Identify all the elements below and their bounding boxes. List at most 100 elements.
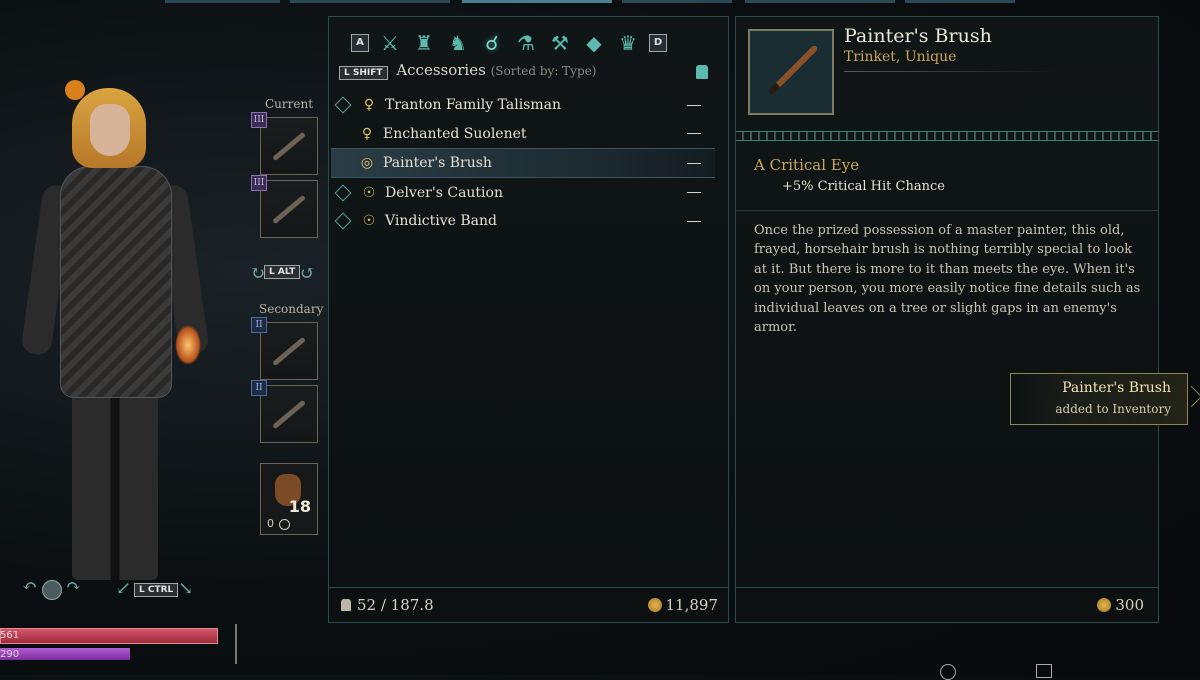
rank-badge: III — [251, 175, 267, 191]
coin-icon — [647, 598, 662, 612]
item-value-dash — [687, 162, 701, 164]
anvil-icon[interactable]: ⚒ — [547, 30, 573, 56]
swap-key-badge[interactable]: L ALT — [264, 265, 301, 279]
primary-offhand-slot[interactable]: III — [251, 175, 318, 238]
ammo-sub-count: 0 — [267, 517, 274, 530]
amulet-icon: ♀ — [361, 125, 373, 142]
character-face — [90, 104, 130, 156]
prev-category-key[interactable]: A — [351, 34, 369, 52]
inventory-panel: A ⚔ ♜ ♞ ☌ ⚗ ⚒ ◆ ♛ D L SHIFT Accessories … — [328, 16, 729, 623]
item-name: Delver's Caution — [385, 184, 503, 201]
character-armor — [60, 166, 172, 398]
item-detail-panel: Painter's Brush Trinket, Unique A Critic… — [735, 16, 1159, 623]
rotate-right-icon[interactable]: ↷ — [66, 576, 81, 597]
weight-icon — [341, 599, 351, 611]
ammo-slot[interactable]: 18 0 — [260, 463, 318, 535]
zoom-right-arrow-icon: ↘ — [178, 578, 194, 599]
item-price-value: 300 — [1115, 596, 1144, 614]
item-list: ♀ Tranton Family Talisman ♀ Enchanted Su… — [331, 91, 715, 236]
top-tab[interactable] — [745, 0, 895, 3]
rank-badge: II — [251, 317, 267, 333]
next-category-key[interactable]: D — [649, 34, 667, 52]
hair-ornament — [65, 80, 85, 100]
top-tab[interactable] — [165, 0, 280, 3]
ring-icon: ☉ — [362, 184, 376, 201]
mana-bar — [0, 648, 130, 660]
rotate-stick-icon[interactable] — [42, 580, 62, 600]
inventory-notification: Painter's Brush added to Inventory — [1010, 373, 1200, 425]
coin-icon — [1097, 598, 1112, 612]
divider — [844, 71, 1064, 72]
view-key-badge[interactable]: L CTRL — [134, 583, 179, 597]
gold-value: 11,897 — [665, 596, 719, 614]
top-tab[interactable] — [290, 0, 450, 3]
divider — [736, 210, 1158, 211]
boots-icon[interactable]: ♞ — [445, 30, 471, 56]
zoom-left-arrow-icon: ↙ — [116, 578, 132, 599]
top-tab[interactable] — [622, 0, 732, 3]
tracked-diamond-icon — [334, 96, 352, 114]
tracked-diamond-icon — [334, 212, 352, 230]
rank-badge: II — [251, 380, 267, 396]
item-value-dash — [687, 133, 701, 134]
character-model — [10, 70, 240, 590]
keyboard-key-icon — [1036, 664, 1052, 678]
ornament-divider — [736, 131, 1158, 141]
hint-button-1[interactable] — [940, 664, 962, 680]
detail-subtitle: Trinket, Unique — [844, 49, 957, 65]
paintbrush-icon — [767, 44, 819, 96]
armor-icon[interactable]: ♜ — [411, 30, 437, 56]
crossed-swords-icon[interactable]: ⚔ — [377, 30, 403, 56]
list-item[interactable]: ♀ Tranton Family Talisman — [331, 91, 715, 119]
item-price: 300 — [1097, 596, 1144, 614]
stat-title: A Critical Eye — [754, 156, 860, 174]
controller-button-icon — [940, 664, 956, 680]
stat-line: +5% Critical Hit Chance — [782, 179, 945, 194]
gem-icon[interactable]: ◆ — [581, 30, 607, 56]
swap-left-icon: ↻ — [250, 263, 266, 284]
secondary-weapon-slot[interactable]: II — [251, 317, 318, 380]
wand-glow — [175, 325, 201, 365]
item-name: Painter's Brush — [383, 155, 492, 171]
list-item[interactable]: ♀ Enchanted Suolenet — [331, 120, 715, 148]
notification-title: Painter's Brush — [1062, 380, 1171, 396]
top-tab[interactable] — [905, 0, 1015, 3]
tracked-diamond-icon — [334, 184, 352, 201]
mana-value: 290 — [0, 649, 20, 660]
sort-key-badge[interactable]: L SHIFT — [339, 66, 388, 80]
notification-arrow-icon — [1180, 385, 1200, 408]
list-header: L SHIFT Accessories (Sorted by: Type) — [339, 61, 597, 80]
ammo-type-icon — [279, 519, 290, 530]
item-value-dash — [687, 192, 701, 193]
category-bar: A ⚔ ♜ ♞ ☌ ⚗ ⚒ ◆ ♛ D — [351, 29, 701, 57]
detail-footer: 300 — [736, 587, 1158, 622]
crown-icon[interactable]: ♛ — [615, 30, 641, 56]
accessories-icon[interactable]: ☌ — [479, 30, 505, 56]
sort-label: (Sorted by: Type) — [490, 64, 597, 78]
health-value: 561 — [0, 630, 20, 641]
swap-right-icon: ↺ — [300, 263, 316, 284]
hint-button-2[interactable] — [1036, 664, 1058, 679]
secondary-offhand-slot[interactable]: II — [251, 380, 318, 443]
rank-badge: III — [251, 112, 267, 128]
trinket-icon: ◎ — [360, 155, 374, 171]
primary-weapon-slot[interactable]: III — [251, 112, 318, 175]
rotate-left-icon[interactable]: ↶ — [22, 576, 37, 597]
secondary-label: Secondary — [259, 302, 324, 316]
potion-icon[interactable]: ⚗ — [513, 30, 539, 56]
carry-weight-value: 52 / 187.8 — [357, 596, 434, 614]
notification-subtitle: added to Inventory — [1055, 402, 1171, 416]
item-thumbnail — [748, 29, 834, 115]
inventory-footer: 52 / 187.8 11,897 — [329, 587, 728, 622]
item-name: Tranton Family Talisman — [385, 97, 561, 113]
list-item-selected[interactable]: ◎ Painter's Brush — [331, 148, 715, 178]
ammo-count: 18 — [288, 497, 311, 516]
ring-icon: ☉ — [362, 213, 376, 229]
gold-total: 11,897 — [647, 596, 719, 614]
top-tab-active[interactable] — [462, 0, 612, 3]
list-item[interactable]: ☉ Vindictive Band — [331, 207, 715, 235]
item-value-dash — [687, 220, 701, 222]
list-item[interactable]: ☉ Delver's Caution — [331, 179, 715, 207]
carry-weight: 52 / 187.8 — [341, 596, 434, 614]
weight-icon — [696, 65, 708, 79]
